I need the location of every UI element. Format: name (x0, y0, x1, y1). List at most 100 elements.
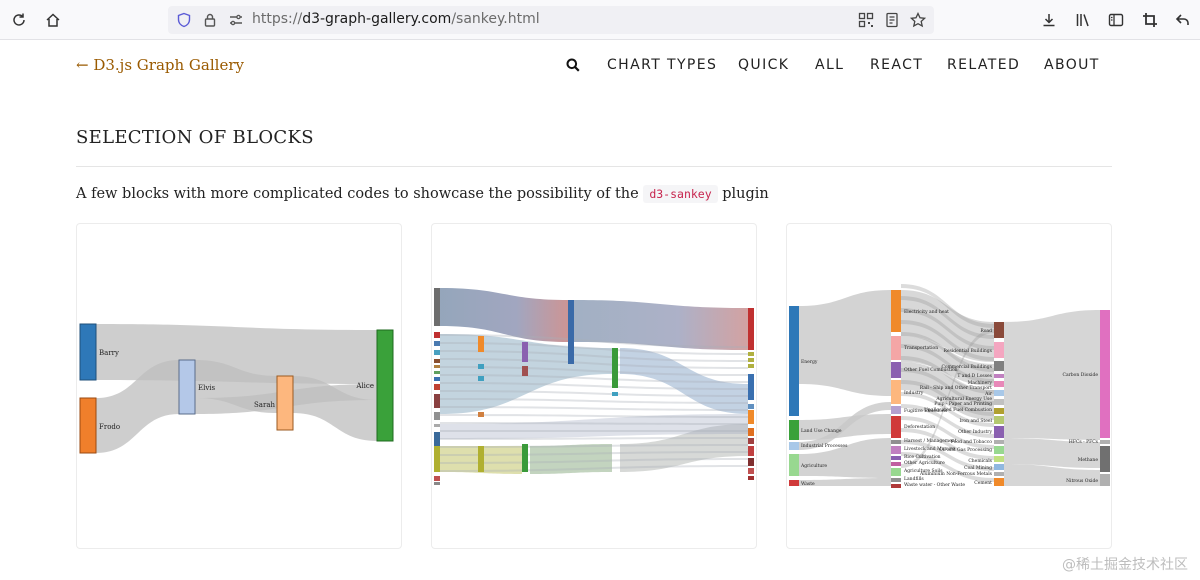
node-end-use (994, 478, 1004, 486)
node-source (434, 359, 440, 363)
node-end-use (994, 464, 1004, 470)
browser-toolbar: https://d3-graph-gallery.com/sankey.html (0, 0, 1200, 40)
crop-icon[interactable] (1139, 9, 1161, 31)
node-target (748, 446, 754, 456)
node-agriculture (789, 454, 799, 476)
node-end-use (994, 446, 1004, 454)
url-text[interactable]: https://d3-graph-gallery.com/sankey.html (252, 11, 540, 27)
node-target (748, 308, 754, 350)
label-agriculture: Agriculture (800, 463, 827, 469)
nav-quick[interactable]: QUICK (738, 57, 789, 73)
label-end-use: Commercial Buildings (941, 364, 992, 370)
node-losses (612, 392, 618, 396)
node-sector (891, 446, 901, 454)
node-sarah (276, 375, 294, 431)
label-hfcs: HFCs - PFCs (1069, 439, 1099, 445)
label-frodo: Frodo (99, 423, 120, 431)
node-end-use (994, 374, 1004, 378)
node-end-use (994, 322, 1004, 338)
node-source (434, 446, 440, 472)
label-end-use: Aluminium Non-Ferrous Metals (919, 471, 993, 477)
label-end-use: Other Industry (958, 429, 992, 435)
url-bar[interactable]: https://d3-graph-gallery.com/sankey.html (168, 6, 934, 34)
node-source (434, 432, 440, 446)
bookmark-star-icon[interactable] (910, 12, 926, 28)
sidebar-icon[interactable] (1105, 9, 1127, 31)
node-thermal (568, 300, 574, 364)
permissions-icon[interactable] (228, 13, 244, 27)
nav-react[interactable]: REACT (870, 57, 923, 73)
site-brand-link[interactable]: ← D3.js Graph Gallery (76, 56, 244, 74)
link-energy-sectors (799, 290, 891, 396)
label-end-use: Iron and Steel (959, 418, 992, 424)
node-alice (376, 329, 394, 442)
nav-chart-types[interactable]: CHART TYPES (607, 57, 717, 73)
label-end-use: Pulp - Paper and Printing (934, 401, 992, 407)
label-elvis: Elvis (198, 384, 216, 392)
node-sector (891, 456, 901, 460)
reader-view-icon[interactable] (884, 12, 900, 28)
node-methane (1100, 446, 1110, 472)
node-target (748, 476, 754, 480)
node-target (748, 438, 754, 444)
nav-related[interactable]: RELATED (947, 57, 1020, 73)
label-end-use: Chemicals (968, 458, 992, 464)
node-source (434, 476, 440, 481)
node-carbon-dioxide (1100, 310, 1110, 438)
node-end-use (994, 399, 1004, 405)
search-icon[interactable] (566, 58, 580, 72)
label-sector: Harvest / Management (904, 438, 957, 444)
label-end-use: Unallocated Fuel Combustion (924, 407, 992, 413)
label-methane: Methane (1078, 457, 1099, 463)
home-icon[interactable] (42, 9, 64, 31)
nav-all[interactable]: ALL (815, 57, 844, 73)
node-level-2 (522, 342, 528, 362)
node-target (748, 404, 754, 409)
library-icon[interactable] (1072, 9, 1094, 31)
label-end-use: Oil and Gas Processing (939, 447, 992, 453)
node-barry (79, 323, 97, 381)
label-alice: Alice (355, 382, 374, 390)
node-end-use (994, 361, 1004, 371)
node-level-2c (522, 444, 528, 472)
node-source (434, 394, 440, 408)
label-end-use: Road (980, 328, 992, 334)
download-icon[interactable] (1038, 9, 1060, 31)
sankey-emissions: Energy Land Use Change Industrial Processe… (789, 284, 1110, 488)
node-hfcs (1100, 440, 1110, 444)
node-end-use (994, 426, 1004, 438)
back-arrow-icon[interactable] (1172, 9, 1194, 31)
shield-icon[interactable] (176, 12, 192, 28)
node-source (434, 371, 440, 374)
node-source (434, 350, 440, 355)
nav-about[interactable]: ABOUT (1044, 57, 1100, 73)
link-main-top (440, 288, 568, 342)
block-card-simple-sankey[interactable]: Barry Frodo Elvis Sarah Alice (76, 223, 402, 549)
node-source (434, 341, 440, 346)
label-end-use: Residential Buildings (943, 348, 992, 354)
node-sector (891, 484, 901, 488)
node-end-use (994, 381, 1004, 387)
block-card-emissions-sankey[interactable]: Energy Land Use Change Industrial Processe… (786, 223, 1112, 549)
lock-icon[interactable] (202, 12, 218, 28)
node-sector (891, 468, 901, 476)
label-barry: Barry (99, 349, 119, 357)
node-frodo (79, 397, 97, 454)
node-sector (891, 478, 901, 482)
sankey-simple: Barry Frodo Elvis Sarah Alice (79, 323, 394, 454)
node-level-1 (478, 364, 484, 369)
node-level-1 (478, 412, 484, 417)
intro-text: A few blocks with more complicated codes… (76, 186, 639, 202)
label-sector: Other Agriculture (904, 460, 945, 466)
node-end-use (994, 472, 1004, 476)
node-target (748, 374, 754, 400)
block-card-energy-sankey[interactable] (431, 223, 757, 549)
qr-code-icon[interactable] (858, 12, 874, 28)
node-end-use (994, 342, 1004, 358)
node-level-1 (478, 446, 484, 472)
link-small (440, 430, 748, 432)
sankey-energy (434, 288, 754, 485)
label-end-use: Food and Tobacco (951, 439, 992, 445)
reload-icon[interactable] (8, 9, 30, 31)
node-sector (891, 440, 901, 444)
